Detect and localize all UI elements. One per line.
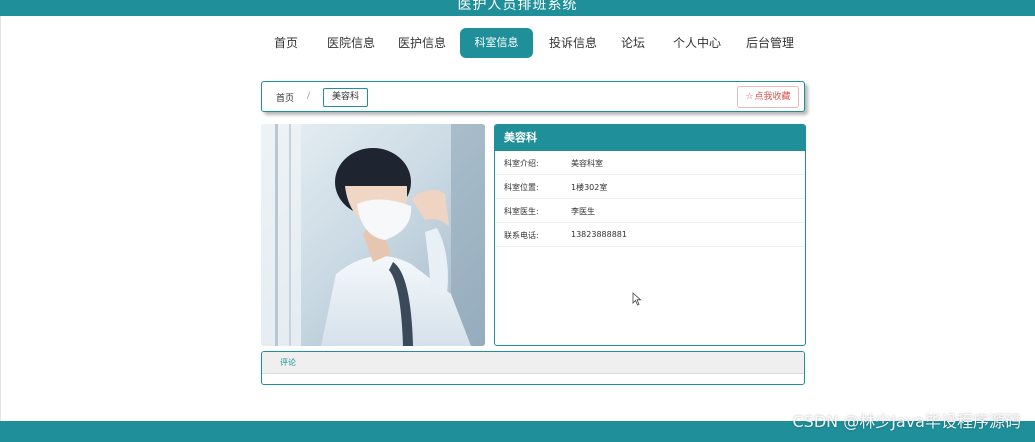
detail-label: 联系电话: [504,231,539,240]
nav-item-hospital-info[interactable]: 医院信息 [327,28,375,58]
mouse-cursor-icon [632,292,642,306]
department-title: 美容科 [495,125,805,151]
nav-item-admin[interactable]: 后台管理 [746,28,794,58]
star-icon: ☆ [745,92,754,102]
favorite-button[interactable]: ☆点我收藏 [737,86,799,108]
nav-item-forum[interactable]: 论坛 [621,28,645,58]
nav-item-department-info[interactable]: 科室信息 [460,28,533,58]
comments-section: 评论 [261,351,805,385]
nav-item-personal-center[interactable]: 个人中心 [673,28,721,58]
watermark-text: CSDN @林少Java毕设程序源码 [792,412,1021,431]
breadcrumb: 首页 / 美容科 ☆点我收藏 [261,81,805,112]
detail-row-location: 科室位置: 1楼302室 [495,175,805,199]
comments-tab[interactable]: 评论 [262,352,804,374]
detail-row-doctor: 科室医生: 李医生 [495,199,805,223]
detail-row-phone: 联系电话: 13823888881 [495,223,805,247]
detail-value: 李医生 [571,207,595,216]
site-title: 医护人员排班系统 [457,0,578,13]
department-photo [261,124,485,346]
top-header-bar: 医护人员排班系统 [0,0,1035,16]
detail-value: 13823888881 [571,230,627,239]
department-detail-panel: 美容科 科室介绍: 美容科室 科室位置: 1楼302室 科室医生: 李医生 联系… [494,124,806,346]
nav-item-home[interactable]: 首页 [274,28,298,58]
breadcrumb-home-link[interactable]: 首页 [276,91,294,104]
detail-value: 1楼302室 [571,183,608,192]
nav-item-staff-info[interactable]: 医护信息 [398,28,446,58]
nav-item-complaint-info[interactable]: 投诉信息 [549,28,597,58]
doctor-photo-illustration [261,124,485,346]
detail-label: 科室介绍: [504,159,539,168]
breadcrumb-separator: / [307,91,311,101]
detail-row-intro: 科室介绍: 美容科室 [495,151,805,175]
detail-label: 科室位置: [504,183,539,192]
favorite-label: 点我收藏 [754,92,791,102]
detail-value: 美容科室 [571,159,603,168]
page-edge-line [0,16,1,421]
main-nav: 首页 医院信息 医护信息 科室信息 投诉信息 论坛 个人中心 后台管理 [0,28,1035,58]
breadcrumb-current: 美容科 [323,88,369,107]
detail-label: 科室医生: [504,207,539,216]
